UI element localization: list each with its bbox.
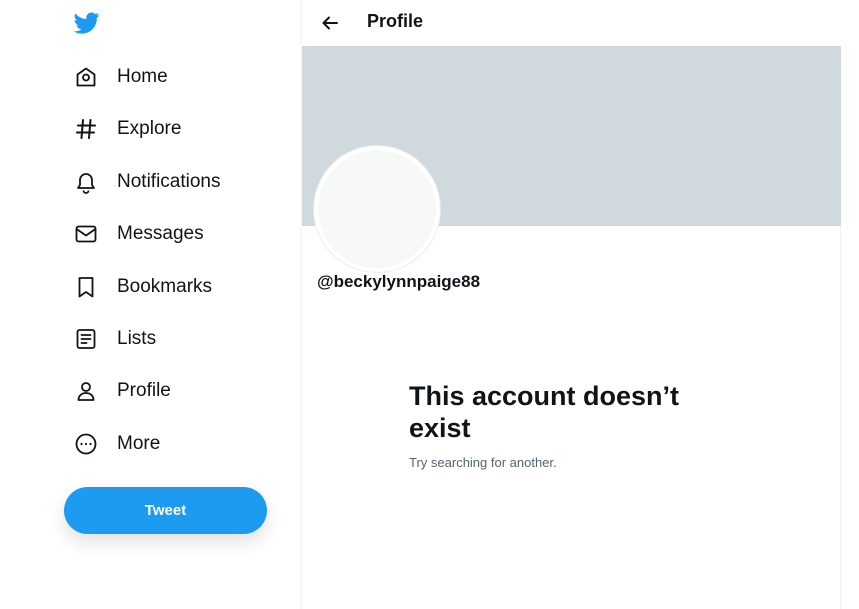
sidebar-item-explore[interactable]: Explore [74,109,181,149]
profile-column: Profile @beckylynnpaige88 This account d… [301,0,841,609]
bookmark-icon [74,275,98,299]
sidebar-item-label: Notifications [117,171,221,192]
profile-header: Profile [302,0,841,46]
sidebar-item-lists[interactable]: Lists [74,319,156,359]
hashtag-icon [74,117,98,141]
sidebar-item-label: Messages [117,223,204,244]
sidebar: Home Explore Notifications Messages Book… [0,0,301,609]
sidebar-item-bookmarks[interactable]: Bookmarks [74,267,212,307]
sidebar-item-label: Explore [117,118,182,139]
page-title: Profile [367,11,424,31]
empty-state-title: This account doesn’t exist [409,381,680,443]
sidebar-item-home[interactable]: Home [74,57,168,97]
avatar[interactable] [314,146,440,272]
back-arrow-icon[interactable] [318,11,342,35]
user-icon [74,379,98,403]
twitter-logo-icon[interactable] [72,10,102,36]
more-circle-icon [74,432,98,456]
tweet-button[interactable]: Tweet [64,487,267,534]
sidebar-item-label: More [117,433,161,454]
sidebar-item-profile[interactable]: Profile [74,371,171,411]
home-icon [74,65,98,89]
sidebar-item-more[interactable]: More [74,424,160,464]
profile-handle: @beckylynnpaige88 [317,272,481,291]
sidebar-item-label: Home [117,66,168,87]
bell-icon [74,170,98,194]
sidebar-item-label: Bookmarks [117,276,213,297]
empty-state: This account doesn’t exist Try searching… [409,380,739,470]
sidebar-item-messages[interactable]: Messages [74,214,204,254]
sidebar-item-label: Profile [117,380,171,401]
sidebar-item-label: Lists [117,328,157,349]
sidebar-item-notifications[interactable]: Notifications [74,162,221,202]
list-icon [74,327,98,351]
envelope-icon [74,222,98,246]
empty-state-subtitle: Try searching for another. [409,455,557,470]
app-window: Home Explore Notifications Messages Book… [0,0,859,609]
